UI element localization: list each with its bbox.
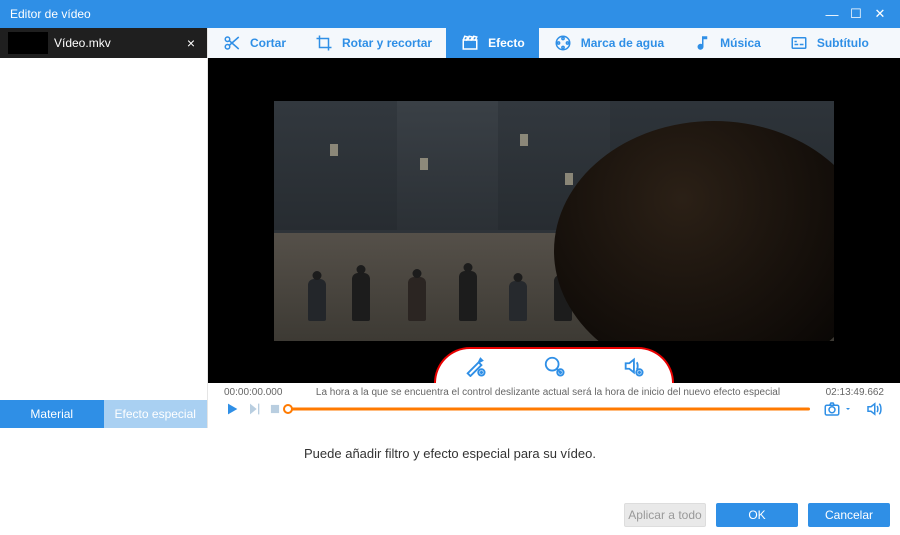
play-button[interactable] xyxy=(224,401,240,417)
sidebar: Vídeo.mkv × Material Efecto especial xyxy=(0,28,208,428)
stop-button[interactable] xyxy=(268,402,282,416)
toolbar: Cortar Rotar y recortar Efecto Marca de … xyxy=(208,28,900,58)
tool-music-label: Música xyxy=(720,36,761,50)
timeline-slider-thumb[interactable] xyxy=(283,404,293,414)
window-title: Editor de vídeo xyxy=(10,7,820,21)
timeline-end-time: 02:13:49.662 xyxy=(806,387,884,398)
add-zoom-effect-button[interactable] xyxy=(541,355,567,377)
sidebar-tabs: Material Efecto especial xyxy=(0,400,207,428)
tab-special-effect[interactable]: Efecto especial xyxy=(104,400,208,428)
snapshot-dropdown[interactable] xyxy=(844,400,852,418)
file-entry[interactable]: Vídeo.mkv × xyxy=(0,28,207,58)
scissors-icon xyxy=(222,34,242,52)
clapper-icon xyxy=(460,34,480,52)
timeline-slider[interactable] xyxy=(288,406,810,412)
tool-cut[interactable]: Cortar xyxy=(208,28,300,58)
message-area: Puede añadir filtro y efecto especial pa… xyxy=(0,428,900,461)
timeline-start-time: 00:00:00.000 xyxy=(224,387,290,398)
tab-material[interactable]: Material xyxy=(0,400,104,428)
info-message: Puede añadir filtro y efecto especial pa… xyxy=(0,446,900,461)
file-name: Vídeo.mkv xyxy=(54,36,183,50)
tool-subtitle[interactable]: Subtítulo xyxy=(775,28,883,58)
effect-quick-tools xyxy=(434,347,674,383)
apply-all-button[interactable]: Aplicar a todo xyxy=(624,503,706,527)
step-forward-button[interactable] xyxy=(246,401,262,417)
snapshot-button[interactable] xyxy=(822,400,842,418)
tool-music[interactable]: Música xyxy=(678,28,775,58)
ok-button[interactable]: OK xyxy=(716,503,798,527)
tool-cut-label: Cortar xyxy=(250,36,286,50)
tool-watermark[interactable]: Marca de agua xyxy=(539,28,678,58)
crop-icon xyxy=(314,34,334,52)
sidebar-body xyxy=(0,58,207,400)
tool-effect-label: Efecto xyxy=(488,36,525,50)
tool-rotate-crop-label: Rotar y recortar xyxy=(342,36,432,50)
reel-icon xyxy=(553,34,573,52)
tool-watermark-label: Marca de agua xyxy=(581,36,664,50)
timeline: 00:00:00.000 La hora a la que se encuent… xyxy=(208,383,900,428)
add-filter-button[interactable] xyxy=(462,355,488,377)
cancel-button[interactable]: Cancelar xyxy=(808,503,890,527)
minimize-button[interactable]: — xyxy=(820,7,844,22)
music-note-icon xyxy=(692,34,712,52)
remove-file-button[interactable]: × xyxy=(183,35,199,51)
timeline-hint: La hora a la que se encuentra el control… xyxy=(290,387,806,398)
close-window-button[interactable]: ✕ xyxy=(868,6,892,22)
maximize-button[interactable]: ☐ xyxy=(844,6,868,22)
video-preview[interactable] xyxy=(274,101,834,341)
add-volume-effect-button[interactable] xyxy=(620,355,646,377)
footer-buttons: Aplicar a todo OK Cancelar xyxy=(624,503,890,527)
subtitle-icon xyxy=(789,34,809,52)
titlebar: Editor de vídeo — ☐ ✕ xyxy=(0,0,900,28)
volume-button[interactable] xyxy=(864,400,884,418)
file-thumbnail xyxy=(8,32,48,54)
tool-subtitle-label: Subtítulo xyxy=(817,36,869,50)
content-area: Cortar Rotar y recortar Efecto Marca de … xyxy=(208,28,900,428)
video-preview-container xyxy=(208,58,900,383)
tool-effect[interactable]: Efecto xyxy=(446,28,539,58)
tool-rotate-crop[interactable]: Rotar y recortar xyxy=(300,28,446,58)
